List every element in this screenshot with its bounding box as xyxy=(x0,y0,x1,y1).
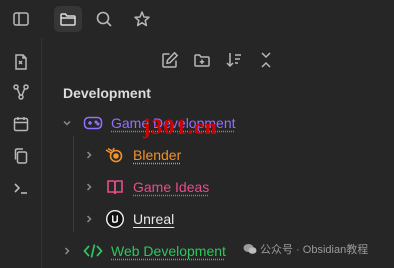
quick-switcher-button[interactable] xyxy=(9,50,33,74)
sort-icon xyxy=(226,53,241,68)
bookmarks-tab[interactable] xyxy=(129,6,155,32)
files-tab[interactable] xyxy=(54,6,82,32)
chevron-right-icon xyxy=(82,180,96,194)
folder-label: Unreal xyxy=(133,211,175,227)
left-ribbon xyxy=(0,38,42,268)
new-note-icon xyxy=(162,51,179,68)
calendar-icon xyxy=(13,117,29,132)
folder-label: Game Ideas xyxy=(133,179,210,195)
command-palette-button[interactable] xyxy=(9,176,33,200)
book-icon xyxy=(104,176,126,198)
new-folder-button[interactable] xyxy=(190,48,214,72)
open-quick-switcher-icon xyxy=(15,54,27,70)
vault-name: Development xyxy=(63,85,151,101)
code-icon xyxy=(82,240,104,262)
unreal-engine-icon xyxy=(104,208,126,230)
folder-game-ideas[interactable]: Game Ideas xyxy=(82,173,209,201)
chevron-right-icon xyxy=(82,148,96,162)
graph-view-button[interactable] xyxy=(9,80,33,104)
wechat-icon xyxy=(243,244,257,254)
new-folder-icon xyxy=(194,54,210,67)
gamepad-icon xyxy=(82,112,104,134)
channel-watermark: 公众号 · Obsidian教程 xyxy=(243,241,368,257)
daily-note-button[interactable] xyxy=(9,112,33,136)
folder-label: Game Development xyxy=(111,115,236,131)
folder-game-development[interactable]: Game Development xyxy=(60,109,236,137)
folder-label: Blender xyxy=(133,147,182,163)
folder-blender[interactable]: Blender xyxy=(82,141,181,169)
folder-web-development[interactable]: Web Development xyxy=(60,237,226,265)
graph-view-icon xyxy=(13,84,29,100)
search-icon xyxy=(96,11,112,27)
new-note-button[interactable] xyxy=(158,48,182,72)
folder-icon xyxy=(60,13,76,26)
sidebar-toggle-icon xyxy=(13,12,29,26)
indent-guide xyxy=(73,136,74,232)
channel-name: 公众号 · Obsidian教程 xyxy=(260,244,369,256)
collapse-all-button[interactable] xyxy=(254,48,278,72)
search-tab[interactable] xyxy=(91,6,117,32)
file-explorer: Development Game Development Blender Gam… xyxy=(42,38,394,268)
collapse-all-icon xyxy=(261,52,271,68)
chevron-right-icon xyxy=(82,212,96,226)
blender-icon xyxy=(104,144,126,166)
folder-label: Web Development xyxy=(111,243,226,259)
star-icon xyxy=(134,11,150,27)
templates-button[interactable] xyxy=(9,144,33,168)
copy-icon xyxy=(14,148,28,164)
chevron-right-icon xyxy=(60,244,74,258)
sort-button[interactable] xyxy=(222,48,246,72)
chevron-down-icon xyxy=(60,116,74,130)
terminal-icon xyxy=(14,183,27,194)
folder-unreal[interactable]: Unreal xyxy=(82,205,174,233)
sidebar-toggle-button[interactable] xyxy=(8,6,34,32)
top-tab-bar xyxy=(0,0,394,38)
